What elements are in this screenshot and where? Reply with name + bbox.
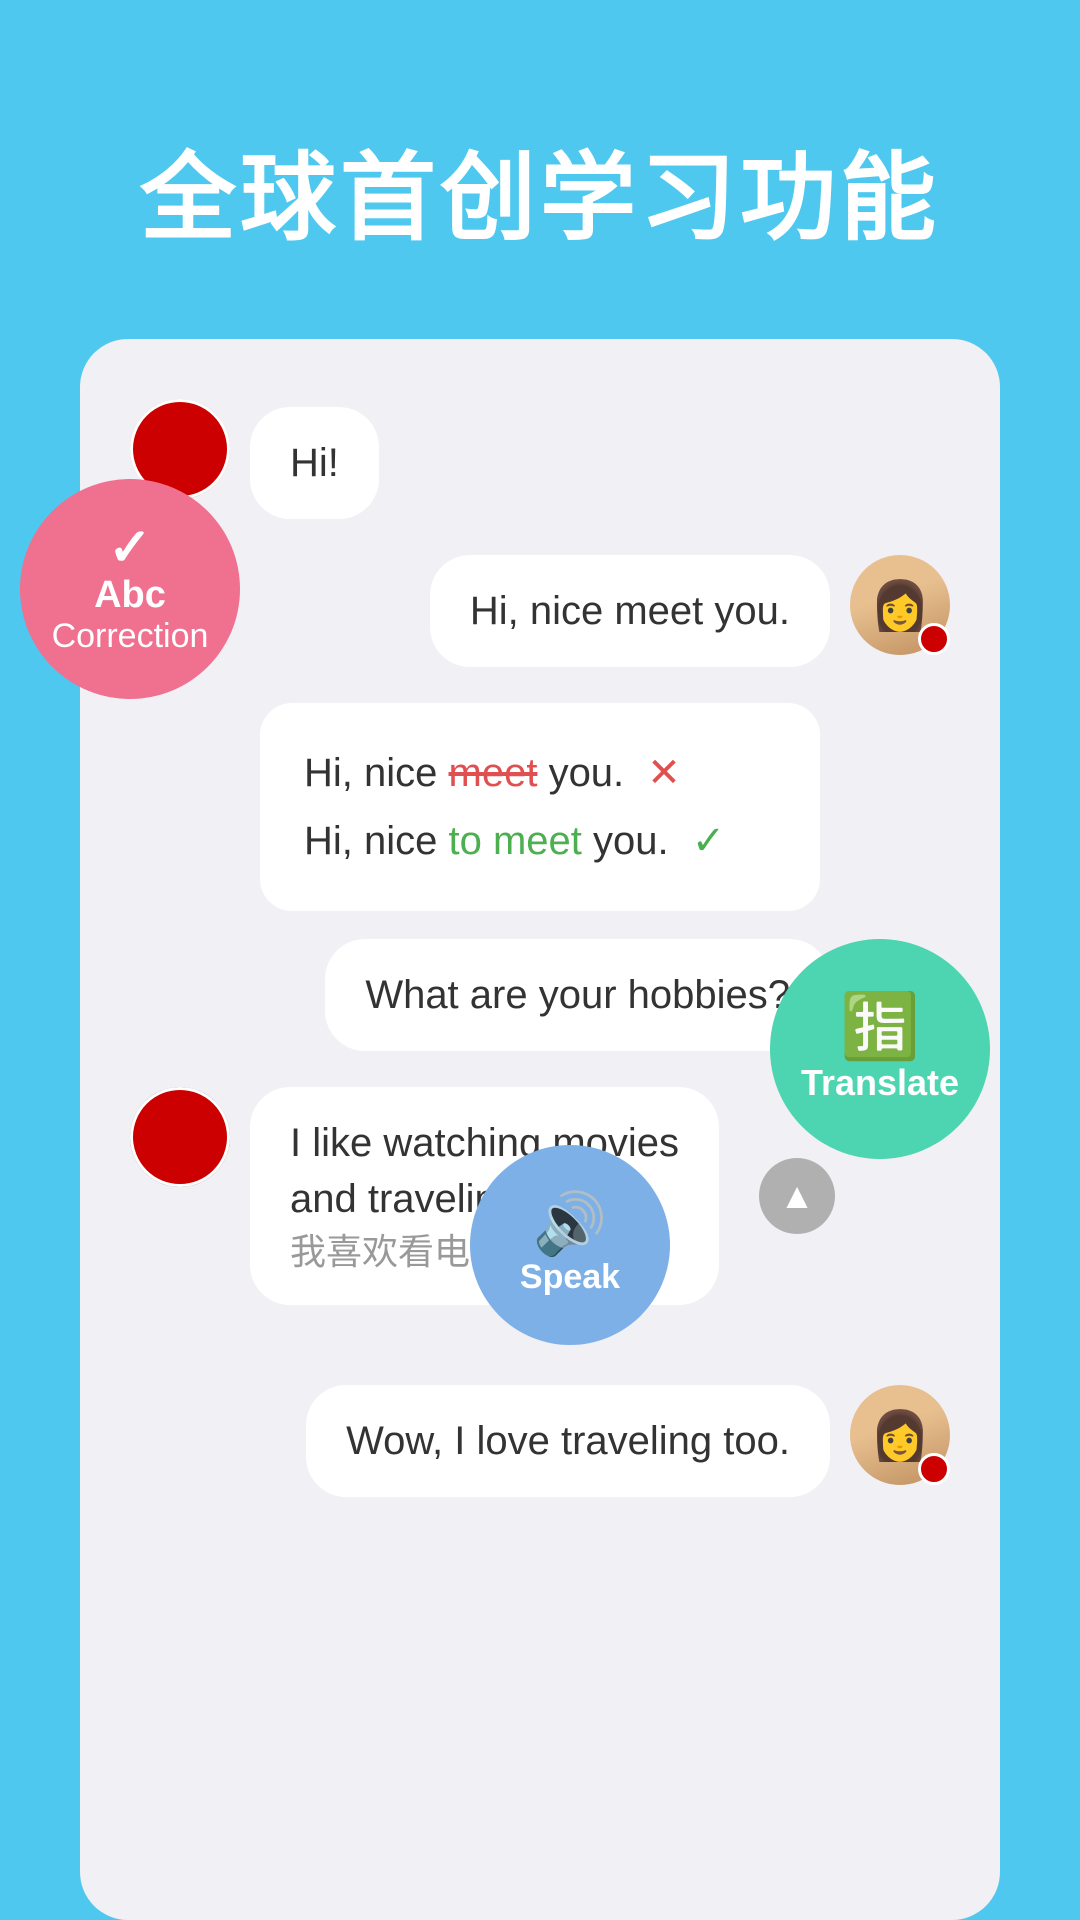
avatar-female: 👩: [850, 1385, 950, 1485]
message-bubble: What are your hobbies?: [325, 939, 830, 1051]
header: 全球首创学习功能: [0, 0, 1080, 339]
message-text: Wow, I love traveling too.: [346, 1419, 790, 1463]
check-icon: ✓: [692, 819, 726, 863]
correction-abc: Abc: [94, 574, 166, 617]
chat-card: ✓ Abc Correction 👤 Hi! 👩 Hi, nice meet y…: [80, 339, 1000, 1920]
speak-badge[interactable]: 🔊 Speak: [470, 1145, 670, 1345]
message-text: What are your hobbies?: [365, 973, 790, 1017]
correct-line: Hi, nice to meet you. ✓: [304, 807, 776, 875]
wrong-post: you.: [549, 751, 625, 795]
flag-cn: [918, 623, 950, 655]
speaker-icon: 🔊: [533, 1194, 608, 1254]
correct-post: you.: [593, 819, 669, 863]
message-bubble: Hi!: [250, 407, 379, 519]
message-with-translate: What are your hobbies? 🈯 Translate: [130, 939, 950, 1051]
page-title: 全球首创学习功能: [60, 120, 1020, 259]
arrow-up-icon: ▲: [779, 1175, 815, 1217]
flag-us: [130, 1087, 230, 1187]
speak-label: Speak: [520, 1258, 620, 1297]
wrong-pre: Hi, nice: [304, 751, 449, 795]
message-text: Hi, nice meet you.: [470, 589, 790, 633]
translate-icon: 🈯: [840, 994, 920, 1058]
flag-cn: [918, 1453, 950, 1485]
avatar-female: 👩: [850, 555, 950, 655]
correction-card: Hi, nice meet you. ✕ Hi, nice to meet yo…: [260, 703, 820, 911]
correction-badge[interactable]: ✓ Abc Correction: [20, 479, 240, 699]
wrong-line: Hi, nice meet you. ✕: [304, 739, 776, 807]
correct-word: to meet: [449, 819, 582, 863]
translate-badge[interactable]: 🈯 Translate: [770, 939, 990, 1159]
wrong-word: meet: [449, 751, 538, 795]
message-bubble: Hi, nice meet you.: [430, 555, 830, 667]
message-bubble: Wow, I love traveling too.: [306, 1385, 830, 1497]
message-row: 👤 Hi!: [130, 399, 950, 519]
message-row: 👩 Wow, I love traveling too.: [130, 1385, 950, 1497]
cross-icon: ✕: [647, 751, 681, 795]
message-text: Hi!: [290, 441, 339, 485]
correct-pre: Hi, nice: [304, 819, 449, 863]
translate-label: Translate: [801, 1062, 959, 1104]
avatar-male2: 👤: [130, 1087, 230, 1187]
correction-checkmark: ✓: [108, 522, 152, 574]
correction-label: Correction: [52, 617, 209, 656]
message-row-wrapper: 👩 Wow, I love traveling too.: [130, 1385, 950, 1497]
message-row: 👩 Hi, nice meet you.: [130, 555, 950, 667]
scroll-up-button[interactable]: ▲: [759, 1158, 835, 1234]
